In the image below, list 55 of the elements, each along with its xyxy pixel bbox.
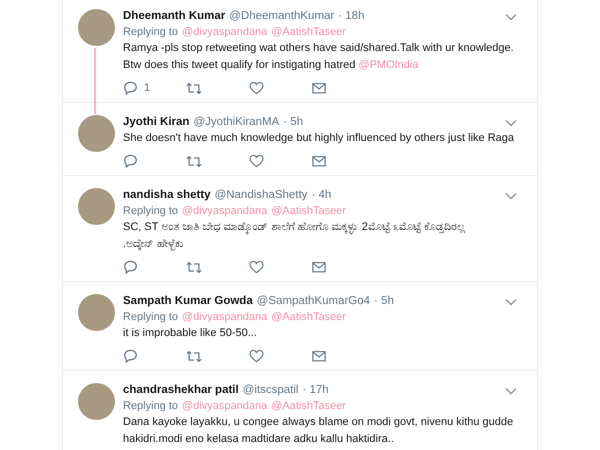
replying-to-label: Replying to bbox=[123, 25, 178, 40]
user-handle[interactable]: @SampathKumarGo4 bbox=[256, 294, 370, 309]
user-name[interactable]: nandisha shetty bbox=[123, 188, 211, 203]
envelope-icon[interactable] bbox=[312, 350, 326, 362]
caret-icon[interactable] bbox=[505, 192, 517, 200]
envelope-icon[interactable] bbox=[312, 155, 326, 167]
tweet-time[interactable]: · 5h bbox=[283, 115, 304, 130]
user-handle[interactable]: @NandishaShetty bbox=[214, 188, 308, 203]
heart-icon[interactable] bbox=[249, 260, 264, 274]
heart-icon[interactable] bbox=[249, 81, 264, 95]
caret-icon[interactable] bbox=[505, 386, 517, 394]
tweet-time[interactable]: · 17h bbox=[302, 383, 329, 398]
retweet-icon[interactable] bbox=[186, 154, 202, 168]
tweet-text: She doesn't have much knowledge but highly influenced by others just like Raga bbox=[123, 132, 514, 144]
avatar-placeholder[interactable] bbox=[78, 9, 115, 46]
replying-to-label: Replying to bbox=[123, 310, 178, 325]
caret-icon[interactable] bbox=[505, 118, 517, 126]
tweet-time[interactable]: · 18h bbox=[338, 9, 364, 24]
tweet-text: hakidri.modi eno kelasa madtidare adku kallu haktidira.. bbox=[123, 433, 394, 445]
envelope-icon[interactable] bbox=[312, 82, 326, 94]
caret-icon[interactable] bbox=[505, 12, 517, 20]
user-name[interactable]: chandrashekhar patil bbox=[123, 383, 239, 398]
thread-line bbox=[94, 48, 96, 114]
tweet-text: Ramya -pls stop retweeting wat others have said/shared.Talk with ur knowledge. bbox=[123, 42, 514, 54]
heart-icon[interactable] bbox=[249, 349, 264, 363]
user-name[interactable]: Jyothi Kiran bbox=[123, 115, 190, 130]
user-name[interactable]: Sampath Kumar Gowda bbox=[123, 294, 253, 309]
user-handle[interactable]: @itscspatil bbox=[242, 383, 298, 398]
reply-count: 1 bbox=[144, 82, 150, 94]
reply-icon[interactable] bbox=[123, 154, 138, 168]
avatar-placeholder[interactable] bbox=[78, 115, 115, 152]
user-name[interactable]: Dheemanth Kumar bbox=[123, 9, 226, 24]
tweet-text: it is improbable like 50-50... bbox=[123, 327, 257, 339]
user-handle[interactable]: @JyothiKiranMA bbox=[193, 115, 280, 130]
avatar-placeholder[interactable] bbox=[78, 188, 115, 225]
envelope-icon[interactable] bbox=[312, 261, 326, 273]
tweet-time[interactable]: · 4h bbox=[311, 188, 332, 203]
reply-icon[interactable] bbox=[123, 260, 138, 274]
avatar-placeholder[interactable] bbox=[78, 383, 115, 420]
caret-icon[interactable] bbox=[505, 298, 517, 306]
tweet-text: Btw does this tweet qualify for instigating hatred bbox=[123, 59, 356, 71]
user-handle[interactable]: @DheemanthKumar bbox=[229, 9, 334, 24]
retweet-icon[interactable] bbox=[186, 82, 202, 94]
tweet-text: SC, ST ಅಂತ ಜಾತಿ ಬೇಧ ಮಾಡ್ಕೊಂಡ್ ಶಾಲೆಗೆ ಹೋಗೊ ಮಕ್ಕಳ್ಳು 2ಮೊಟ್ಟೆ ೩ಮೊಟ್ಟೆ ಕೊಡ್ತದಿರಲ್ಲ bbox=[123, 221, 465, 233]
replying-to-label: Replying to bbox=[123, 204, 178, 219]
tweet-text: .ಅದ್ಕೇನ್ ಹೇಳ್ಬೆಕು bbox=[123, 238, 184, 250]
reply-icon[interactable] bbox=[123, 349, 138, 363]
replying-to-label: Replying to bbox=[123, 399, 178, 414]
heart-icon[interactable] bbox=[249, 154, 264, 168]
retweet-icon[interactable] bbox=[186, 350, 202, 362]
avatar-placeholder[interactable] bbox=[78, 294, 115, 331]
tweet-time[interactable]: · 5h bbox=[374, 294, 394, 309]
reply-icon[interactable] bbox=[123, 81, 138, 95]
tweet-text: Dana kayoke layakku, u congee always blame on modi govt, nivenu kithu gudde bbox=[123, 416, 514, 428]
retweet-icon[interactable] bbox=[186, 260, 202, 274]
